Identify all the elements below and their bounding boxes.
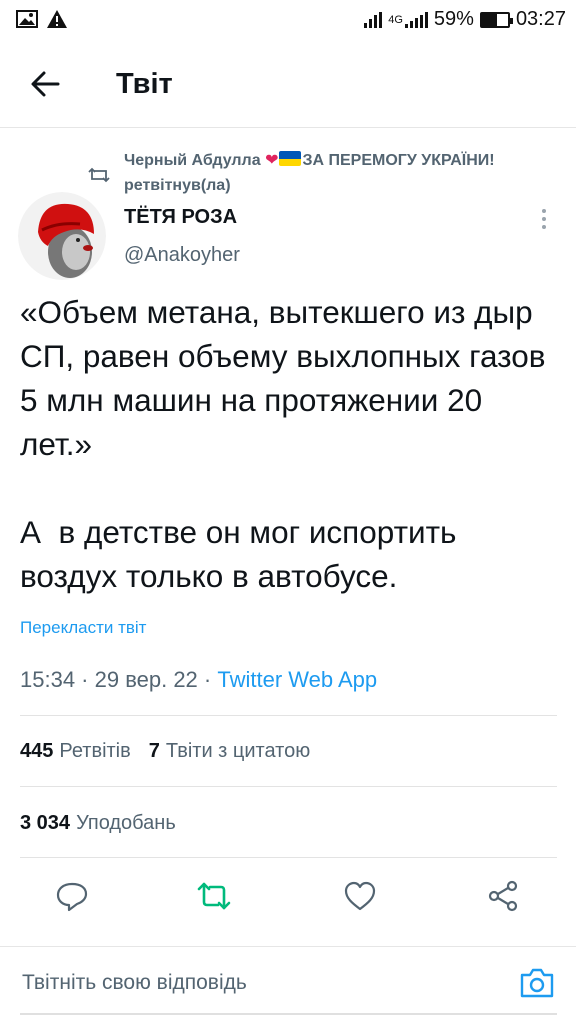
back-button[interactable] [26, 66, 66, 102]
header-divider [0, 127, 576, 128]
status-bar-right: 4G 59% 03:27 [364, 8, 566, 31]
avatar[interactable] [18, 192, 106, 280]
quotes-count: 7 [148, 740, 160, 762]
tweet-meta: 15:34 · 29 вер. 22 · Twitter Web App [20, 667, 377, 693]
retweets-stat[interactable]: 445 Ретвітів [20, 740, 131, 763]
stats-row-likes: 3 034 Уподобань [20, 812, 176, 835]
quotes-stat[interactable]: 7 Твіти з цитатою [149, 740, 310, 763]
likes-label: Уподобань [76, 812, 176, 834]
battery-percent: 59% [433, 8, 474, 30]
page-title: Твіт [116, 68, 173, 100]
avatar-image [18, 192, 106, 280]
share-button[interactable] [486, 878, 522, 914]
translate-tweet-link[interactable]: Перекласти твіт [20, 618, 146, 638]
battery-icon [479, 11, 513, 28]
retweet-button[interactable] [196, 878, 232, 914]
more-vertical-icon [542, 209, 546, 229]
reply-input[interactable]: Твітніть свою відповідь [22, 971, 247, 995]
warning-icon [47, 10, 67, 28]
author-name[interactable]: ТЁТЯ РОЗА [124, 206, 237, 229]
battery-level [481, 13, 498, 26]
network-type: 4G [388, 13, 403, 26]
heart-icon [344, 881, 376, 911]
camera-button[interactable] [518, 965, 556, 1001]
tweet-text: «Объем метана, вытекшего из дыр СП, раве… [20, 294, 546, 594]
likes-count: 3 034 [20, 812, 71, 834]
clock: 03:27 [515, 8, 566, 30]
reply-underline [20, 1013, 557, 1015]
retweets-count: 445 [20, 740, 54, 762]
tweet-actions [0, 872, 576, 922]
app-header: Твіт [0, 52, 576, 116]
like-button[interactable] [342, 878, 378, 914]
retweeted-by[interactable]: Черный Абдулла ❤ ЗА ПЕРЕМОГУ УКРАЇНИ! рет… [124, 148, 524, 198]
likes-stat[interactable]: 3 034 Уподобань [20, 812, 176, 835]
tweet-source-link[interactable]: Twitter Web App [217, 667, 377, 692]
retweet-icon [197, 882, 231, 910]
quotes-label: Твіти з цитатою [165, 740, 311, 762]
share-icon [488, 880, 518, 912]
retweets-label: Ретвітів [59, 740, 131, 762]
reply-icon [56, 882, 88, 912]
stats-row-retweets: 445 Ретвітів 7 Твіти з цитатою [20, 740, 310, 763]
retweet-icon [88, 167, 110, 183]
reply-button[interactable] [54, 878, 90, 914]
signal-icon [364, 11, 383, 28]
author-handle[interactable]: @Anakoyher [124, 244, 240, 267]
camera-icon [520, 968, 554, 998]
signal-icon-2 [404, 11, 428, 28]
image-icon [16, 10, 38, 28]
retweeter-name: Черный Абдулла [124, 152, 266, 169]
tweet-timestamp: 15:34 · 29 вер. 22 · [20, 667, 218, 692]
status-bar: 4G 59% 03:27 [0, 0, 576, 40]
status-bar-left [16, 9, 68, 29]
more-options-button[interactable] [534, 206, 554, 232]
heart-emoji: ❤ [265, 152, 279, 169]
ukraine-flag-emoji [279, 151, 302, 166]
arrow-left-icon [31, 71, 60, 97]
divider [20, 715, 557, 716]
divider [20, 786, 557, 787]
divider [20, 857, 557, 858]
reply-bar: Твітніть свою відповідь [0, 946, 576, 1024]
